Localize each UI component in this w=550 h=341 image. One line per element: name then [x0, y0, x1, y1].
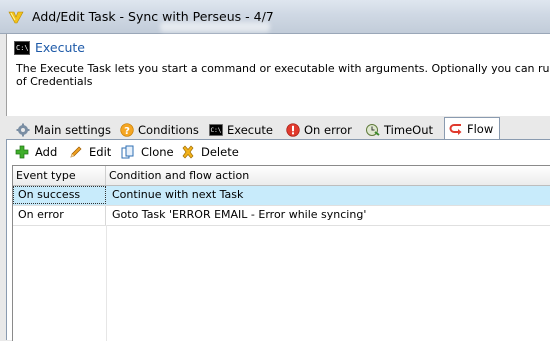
title-bar: Add/Edit Task - Sync with Perseus - 4/7 — [0, 0, 550, 34]
clock-icon — [366, 123, 380, 136]
tab-label: On error — [304, 122, 352, 137]
tab-label: Conditions — [138, 122, 199, 137]
gear-icon — [16, 123, 30, 136]
table-row[interactable]: On success Continue with next Task — [13, 186, 550, 206]
edit-button[interactable]: Edit — [69, 143, 111, 160]
copy-icon — [121, 145, 134, 158]
tab-timeout[interactable]: TimeOut — [366, 120, 433, 139]
event-type-cell: On success — [13, 186, 106, 204]
tab-strip: Main settings ? Conditions C:\ Execute O… — [6, 117, 550, 139]
clone-button-label: Clone — [141, 144, 174, 159]
flow-action-cell: Goto Task 'ERROR EMAIL - Error while syn… — [112, 208, 367, 221]
console-icon: C:\ — [14, 41, 30, 55]
add-button[interactable]: Add — [15, 143, 57, 160]
tab-flow[interactable]: Flow — [444, 117, 501, 139]
delete-button-label: Delete — [201, 144, 239, 159]
column-header-event-type[interactable]: Event type — [13, 166, 106, 185]
flow-panel: Add Edit Clone Delete Event type Conditi… — [6, 139, 550, 341]
console-icon: C:\ — [209, 123, 223, 136]
tab-label: Main settings — [34, 122, 111, 137]
table-row[interactable]: On error Goto Task 'ERROR EMAIL - Error … — [13, 206, 550, 226]
flow-icon — [449, 123, 462, 135]
edit-button-label: Edit — [89, 144, 112, 159]
add-button-label: Add — [35, 144, 58, 159]
svg-text:?: ? — [124, 126, 130, 137]
event-type-cell: On error — [13, 206, 106, 225]
flow-grid: Event type Condition and flow action On … — [12, 165, 550, 341]
tab-label: Execute — [227, 122, 273, 137]
tab-execute[interactable]: C:\ Execute — [209, 120, 273, 139]
pencil-icon — [70, 146, 82, 158]
plus-icon — [15, 145, 29, 158]
flow-action-cell: Continue with next Task — [112, 188, 244, 201]
question-icon: ? — [120, 122, 134, 137]
app-logo-icon — [8, 11, 24, 24]
tab-conditions[interactable]: ? Conditions — [120, 120, 199, 139]
tab-label: Flow — [467, 121, 494, 136]
task-header: C:\ Execute The Execute Task lets you st… — [6, 34, 550, 116]
tab-on-error[interactable]: On error — [286, 120, 352, 139]
delete-button[interactable]: Delete — [181, 143, 239, 160]
column-divider — [106, 225, 107, 341]
error-icon — [286, 122, 300, 137]
svg-text:C:\: C:\ — [211, 127, 222, 134]
column-header-condition[interactable]: Condition and flow action — [106, 166, 550, 185]
flow-toolbar: Add Edit Clone Delete — [7, 140, 550, 163]
header-title: Execute — [35, 40, 85, 55]
grid-header: Event type Condition and flow action — [13, 166, 550, 186]
delete-x-icon — [182, 144, 194, 159]
header-description: The Execute Task lets you start a comman… — [16, 62, 550, 88]
description-line-1: The Execute Task lets you start a comman… — [16, 62, 550, 75]
tab-label: TimeOut — [384, 122, 433, 137]
title-glare — [160, 22, 270, 32]
clone-button[interactable]: Clone — [121, 143, 174, 160]
tab-main-settings[interactable]: Main settings — [16, 120, 111, 139]
description-line-2: of Credentials — [16, 75, 93, 88]
